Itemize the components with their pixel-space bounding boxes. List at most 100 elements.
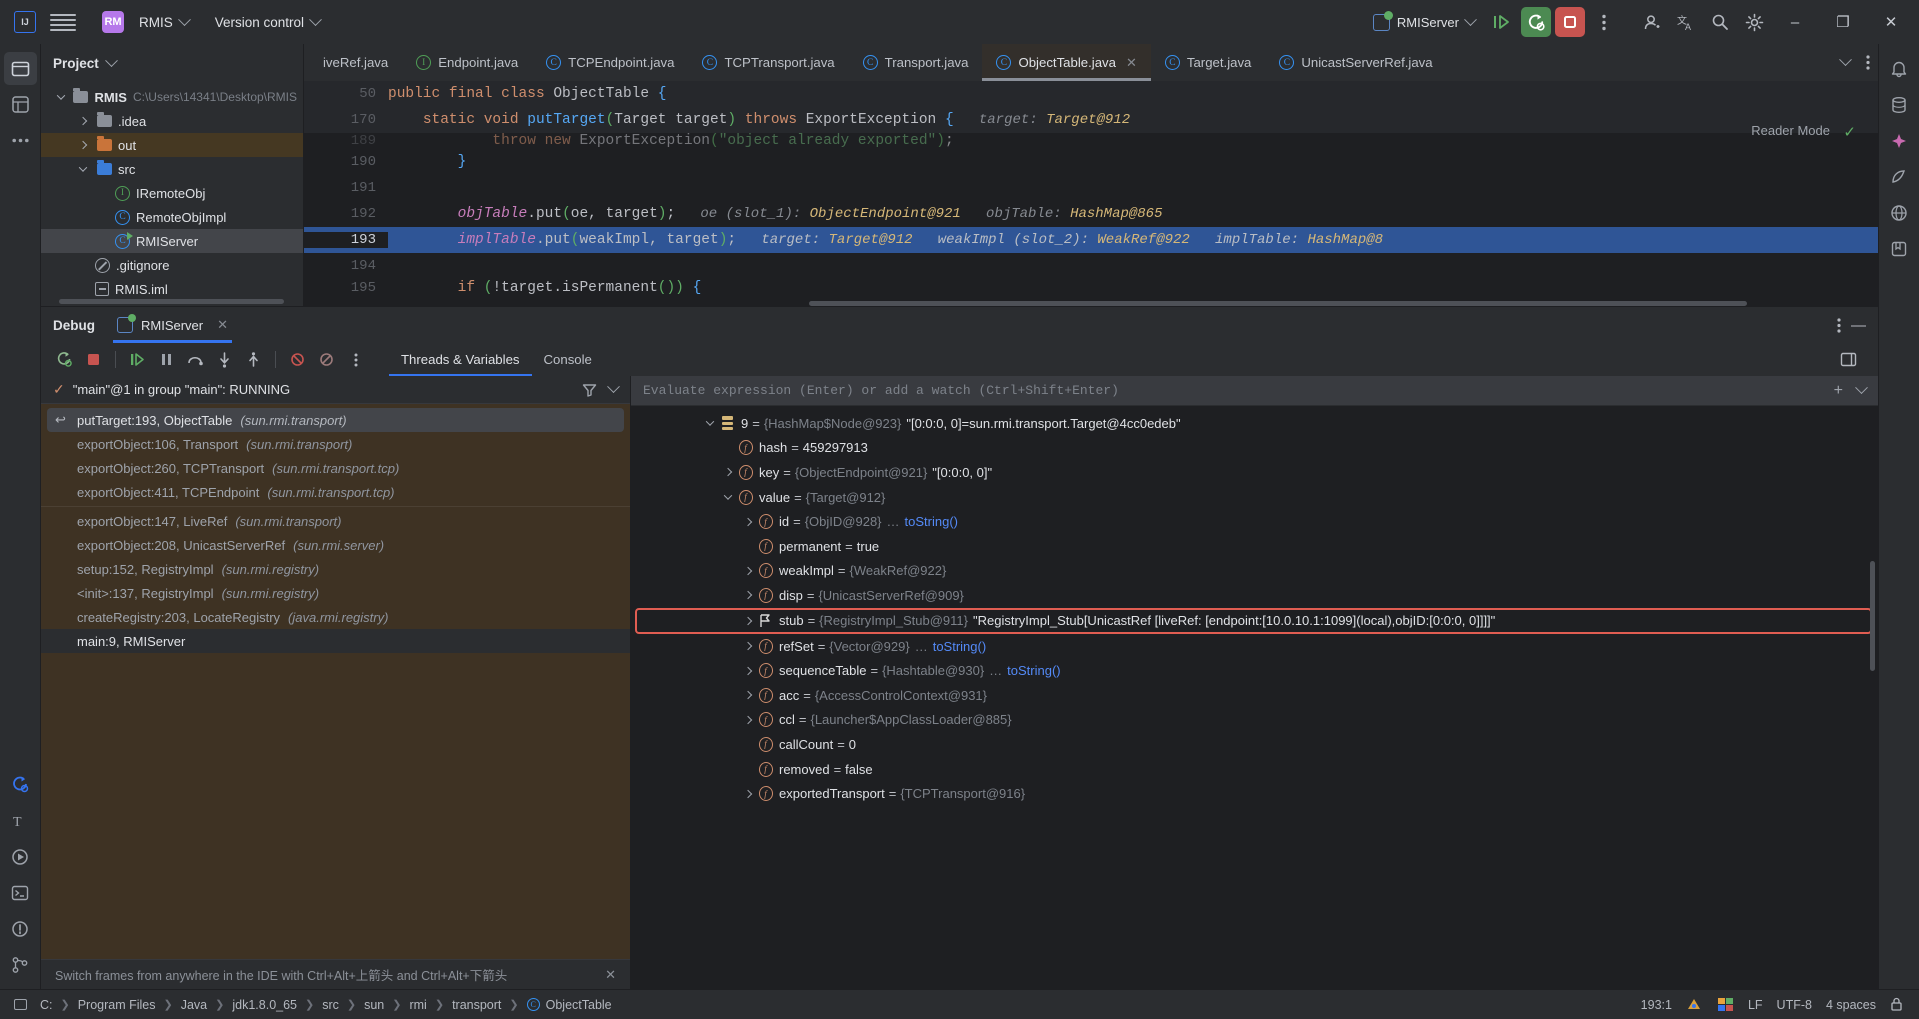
expand-arrow-icon[interactable] xyxy=(739,715,757,725)
tab-threads-and-variables[interactable]: Threads & Variables xyxy=(389,343,532,376)
web-icon[interactable] xyxy=(1883,196,1916,229)
notifications-icon[interactable] xyxy=(1883,52,1916,85)
variables-tree[interactable]: 9 = {HashMap$Node@923} "[0:0:0, 0]=sun.r… xyxy=(631,406,1878,989)
code-line-195[interactable]: 195 if (!target.isPermanent()) { xyxy=(304,279,1878,297)
frame-item[interactable]: exportObject:147, LiveRef (sun.rmi.trans… xyxy=(41,509,630,533)
more-tool-windows-button[interactable] xyxy=(4,124,37,157)
caret-position[interactable]: 193:1 xyxy=(1641,998,1672,1012)
main-menu-button[interactable] xyxy=(50,9,76,35)
frame-item[interactable]: main:9, RMIServer xyxy=(41,629,630,653)
layout-settings-icon[interactable] xyxy=(1835,347,1862,372)
sticky-line-170[interactable]: 170 static void putTarget(Target target)… xyxy=(304,107,1878,133)
code-line-191[interactable]: 191 xyxy=(304,175,1878,201)
debug-session-tab[interactable]: RMIServer ✕ xyxy=(113,307,233,343)
expand-arrow-icon[interactable] xyxy=(719,491,737,500)
indent-setting[interactable]: 4 spaces xyxy=(1826,998,1876,1012)
frame-item[interactable]: exportObject:208, UnicastServerRef (sun.… xyxy=(41,533,630,557)
editor-tab-liveref[interactable]: iveRef.java xyxy=(304,44,402,81)
tab-console[interactable]: Console xyxy=(532,343,604,376)
editor-tab-transport[interactable]: C Transport.java xyxy=(849,44,983,81)
code-line-193-current[interactable]: 193 implTable.put(weakImpl, target); tar… xyxy=(304,227,1878,253)
run-tool-button[interactable] xyxy=(4,840,37,873)
variable-row-id[interactable]: f id = {ObjID@928} … toString() xyxy=(631,509,1878,534)
commit-tool-button[interactable] xyxy=(4,88,37,121)
variable-row-acc[interactable]: f acc = {AccessControlContext@931} xyxy=(631,683,1878,708)
minimize-button[interactable]: – xyxy=(1773,0,1817,44)
more-actions-button[interactable] xyxy=(1589,7,1619,37)
add-watch-icon[interactable]: + xyxy=(1834,382,1843,400)
expand-arrow-icon[interactable] xyxy=(55,91,67,100)
tree-item-src[interactable]: src xyxy=(41,157,303,181)
frame-item[interactable]: exportObject:106, Transport (sun.rmi.tra… xyxy=(41,432,630,456)
tree-item-gitignore[interactable]: .gitignore xyxy=(41,253,303,277)
variable-row-weakimpl[interactable]: f weakImpl = {WeakRef@922} xyxy=(631,559,1878,584)
close-button[interactable]: ✕ xyxy=(1869,0,1913,44)
breadcrumb-drive[interactable]: C: xyxy=(34,996,59,1014)
inspection-status-icon[interactable]: ✓ xyxy=(1843,123,1856,141)
version-control-tool-button[interactable] xyxy=(4,948,37,981)
ai-assistant-icon[interactable] xyxy=(1883,124,1916,157)
chevron-down-icon[interactable] xyxy=(607,380,620,394)
file-encoding[interactable]: UTF-8 xyxy=(1777,998,1812,1012)
terminal-tool-button[interactable] xyxy=(4,876,37,909)
tree-item-remoteobjimpl[interactable]: C RemoteObjImpl xyxy=(41,205,303,229)
variable-row-exportedtransport[interactable]: f exportedTransport = {TCPTransport@916} xyxy=(631,781,1878,806)
stop-icon[interactable] xyxy=(80,347,107,372)
resume-icon[interactable] xyxy=(124,347,151,372)
evaluate-expression-bar[interactable]: Evaluate expression (Enter) or add a wat… xyxy=(631,376,1878,406)
editor-horizontal-scrollbar[interactable] xyxy=(809,301,1747,306)
version-control-menu[interactable]: Version control xyxy=(207,11,328,34)
tostring-link[interactable]: toString() xyxy=(905,514,958,529)
maven-icon[interactable] xyxy=(1883,160,1916,193)
debug-tool-button[interactable] xyxy=(4,768,37,801)
stop-button[interactable] xyxy=(1555,7,1585,37)
expand-arrow-icon[interactable] xyxy=(75,116,91,126)
breadcrumb-item-rmi[interactable]: rmi xyxy=(403,996,432,1014)
expand-arrow-icon[interactable] xyxy=(739,591,757,600)
editor-tab-tcptransport[interactable]: C TCPTransport.java xyxy=(688,44,848,81)
more-icon[interactable] xyxy=(1866,55,1870,70)
variable-row-removed[interactable]: f removed = false xyxy=(631,757,1878,782)
tostring-link[interactable]: toString() xyxy=(933,639,986,654)
database-icon[interactable] xyxy=(1883,88,1916,121)
frames-list[interactable]: ↩ putTarget:193, ObjectTable (sun.rmi.tr… xyxy=(41,404,630,959)
editor-tab-endpoint[interactable]: I Endpoint.java xyxy=(402,44,532,81)
variable-row-permanent[interactable]: f permanent = true xyxy=(631,534,1878,559)
expand-arrow-icon[interactable] xyxy=(739,641,757,651)
breadcrumb-item-java[interactable]: Java xyxy=(175,996,213,1014)
breadcrumb-item-program-files[interactable]: Program Files xyxy=(72,996,162,1014)
ide-features-icon[interactable] xyxy=(1717,997,1734,1012)
lock-icon[interactable] xyxy=(1890,997,1903,1012)
variable-row-disp[interactable]: f disp = {UnicastServerRef@909} xyxy=(631,583,1878,608)
editor-tab-unicastserverref[interactable]: C UnicastServerRef.java xyxy=(1265,44,1446,81)
variable-row-refset[interactable]: f refSet = {Vector@929} … toString() xyxy=(631,634,1878,659)
frame-item[interactable]: <init>:137, RegistryImpl (sun.rmi.regist… xyxy=(41,581,630,605)
expand-arrow-icon[interactable] xyxy=(739,666,757,675)
editor-tab-target[interactable]: C Target.java xyxy=(1151,44,1266,81)
tree-item-out[interactable]: out xyxy=(41,133,303,157)
mute-breakpoints-icon[interactable] xyxy=(284,347,311,372)
frame-item[interactable]: exportObject:411, TCPEndpoint (sun.rmi.t… xyxy=(41,480,630,504)
filter-icon[interactable] xyxy=(582,383,597,397)
tree-item-rmis[interactable]: RMIS C:\Users\14341\Desktop\RMIS xyxy=(41,85,303,109)
minimize-panel-icon[interactable]: — xyxy=(1851,317,1866,334)
more-icon[interactable] xyxy=(1837,317,1841,333)
expand-arrow-icon[interactable] xyxy=(75,163,91,172)
sticky-line-50[interactable]: 50 public final class ObjectTable { xyxy=(304,81,1878,107)
project-pane-scrollbar[interactable] xyxy=(59,299,284,304)
variables-scrollbar[interactable] xyxy=(1870,561,1875,671)
run-configuration-selector[interactable]: RMIServer xyxy=(1365,10,1483,35)
breadcrumb-item-sun[interactable]: sun xyxy=(358,996,390,1014)
line-separator[interactable]: LF xyxy=(1748,998,1763,1012)
breadcrumb-item-jdk[interactable]: jdk1.8.0_65 xyxy=(226,996,303,1014)
gear-icon[interactable] xyxy=(1739,7,1769,37)
more-icon[interactable] xyxy=(342,347,369,372)
problems-tool-button[interactable] xyxy=(4,912,37,945)
expand-arrow-icon[interactable] xyxy=(739,789,757,798)
frame-item[interactable]: exportObject:260, TCPTransport (sun.rmi.… xyxy=(41,456,630,480)
expand-arrow-icon[interactable] xyxy=(739,566,757,576)
code-line-192[interactable]: 192 objTable.put(oe, target); oe (slot_1… xyxy=(304,201,1878,227)
run-button[interactable] xyxy=(1487,7,1517,37)
frame-item-selected[interactable]: ↩ putTarget:193, ObjectTable (sun.rmi.tr… xyxy=(47,408,624,432)
variable-row-stub-highlighted[interactable]: stub = {RegistryImpl_Stub@911} "Registry… xyxy=(635,607,1872,634)
